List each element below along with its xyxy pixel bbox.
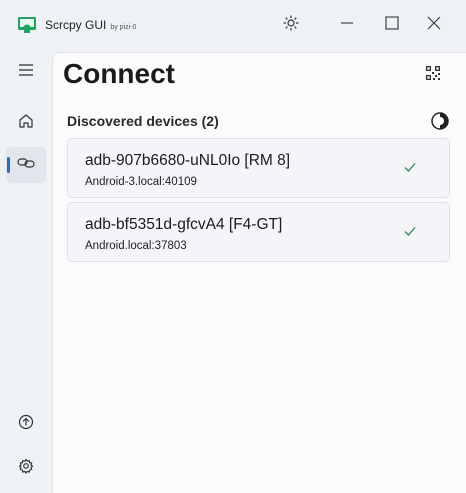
app-title-text: Scrcpy GUI (45, 18, 107, 32)
app-logo-icon (18, 17, 36, 33)
sun-icon (283, 15, 299, 36)
device-name: adb-907b6680-uNL0Io [RM 8] (85, 152, 291, 169)
device-list-item[interactable]: adb-bf5351d-gfcvA4 [F4-GT] Android.local… (67, 202, 450, 262)
selection-indicator (7, 157, 10, 173)
theme-toggle-button[interactable] (274, 10, 308, 40)
page-title: Connect (63, 58, 175, 89)
checkmark-icon (402, 159, 418, 175)
upload-icon (18, 414, 34, 435)
device-address: Android.local:37803 (85, 240, 187, 252)
title-bar: Scrcpy GUI by pizi-0 (0, 0, 466, 52)
app-title: Scrcpy GUI by pizi-0 (45, 18, 136, 32)
gear-icon (18, 457, 34, 479)
device-list-item[interactable]: adb-907b6680-uNL0Io [RM 8] Android-3.loc… (67, 138, 450, 198)
link-icon (17, 156, 35, 175)
hamburger-menu-icon (18, 63, 34, 82)
nav-item-home[interactable] (6, 105, 46, 141)
close-button[interactable] (417, 10, 451, 40)
device-address: Android-3.local:40109 (85, 176, 197, 188)
home-icon (18, 113, 34, 134)
nav-item-settings[interactable] (6, 450, 46, 486)
checkmark-icon (402, 223, 418, 239)
maximize-button[interactable] (375, 10, 409, 40)
nav-item-connect[interactable] (6, 147, 46, 183)
qr-code-icon (426, 65, 440, 85)
close-icon (427, 16, 441, 35)
maximize-icon (385, 15, 399, 35)
loading-spinner-icon (430, 111, 450, 131)
nav-menu-button[interactable] (6, 54, 46, 90)
main-content: Connect Discovered devices (2) adb-907b6… (52, 52, 466, 493)
minimize-icon (340, 16, 354, 35)
nav-item-update[interactable] (6, 406, 46, 442)
device-name: adb-bf5351d-gfcvA4 [F4-GT] (85, 216, 283, 233)
navigation-rail (0, 52, 52, 493)
app-byline: by pizi-0 (110, 24, 137, 31)
qr-connect-button[interactable] (419, 63, 447, 87)
minimize-button[interactable] (330, 10, 364, 40)
discovered-devices-label: Discovered devices (2) (67, 113, 219, 129)
